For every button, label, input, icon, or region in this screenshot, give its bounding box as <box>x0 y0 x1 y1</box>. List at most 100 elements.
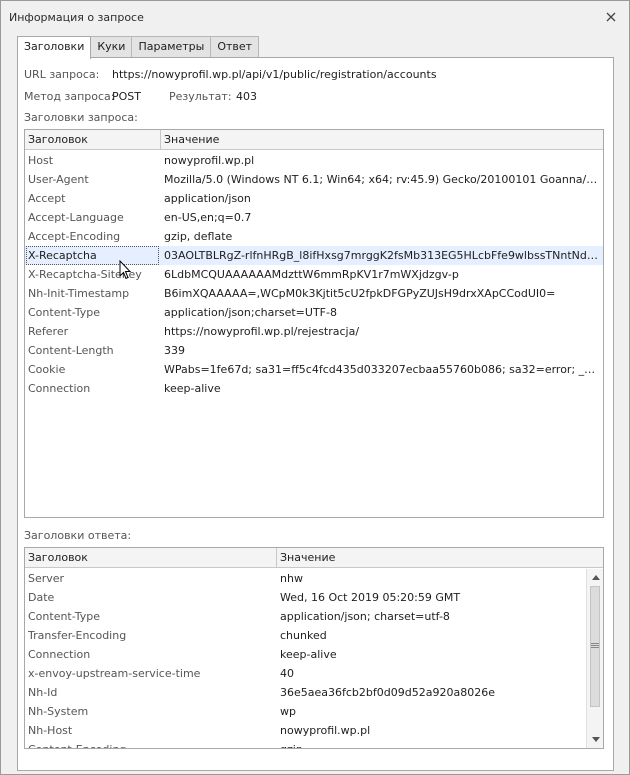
tab-headers[interactable]: Заголовки <box>17 36 92 59</box>
header-value-cell: Mozilla/5.0 (Windows NT 6.1; Win64; x64;… <box>164 173 600 186</box>
header-value-cell: 6LdbMCQUAAAAAAMdzttW6mmRpKV1r7mWXjdzgv-p <box>164 268 459 281</box>
table-row[interactable]: Content-Length 339 <box>25 341 603 360</box>
request-headers-grid[interactable]: Заголовок Значение Host nowyprofil.wp.pl U… <box>24 129 604 518</box>
header-value-cell: 339 <box>164 344 185 357</box>
header-value-cell: nhw <box>280 572 303 585</box>
close-icon <box>606 12 616 22</box>
table-row[interactable]: Connection keep-alive <box>25 379 603 398</box>
header-value-cell: nowyprofil.wp.pl <box>280 724 371 737</box>
header-name-cell: Transfer-Encoding <box>28 629 127 642</box>
url-value: https://nowyprofil.wp.pl/api/v1/public/r… <box>112 68 437 81</box>
table-row[interactable]: Nh-Init-Timestamp B6imXQAAAAA=,WCpM0k3Kjt… <box>25 284 603 303</box>
header-name-cell: Connection <box>28 382 91 395</box>
focus-rectangle <box>26 246 159 265</box>
table-row[interactable]: Transfer-Encoding chunked <box>25 626 603 645</box>
col-header-value[interactable]: Значение <box>277 548 335 568</box>
tab-response[interactable]: Ответ <box>210 36 260 58</box>
table-row[interactable]: Nh-System wp <box>25 702 603 721</box>
close-button[interactable] <box>603 9 619 25</box>
header-name-cell: Accept-Encoding <box>28 230 121 243</box>
header-name-cell: X-Recaptcha-SiteKey <box>28 268 142 281</box>
table-row[interactable]: Content-Encoding gzip <box>25 740 603 748</box>
table-row[interactable]: Server nhw <box>25 569 603 588</box>
header-value-cell: gzip, deflate <box>164 230 233 243</box>
table-row[interactable]: x-envoy-upstream-service-time 40 <box>25 664 603 683</box>
grip-icon <box>591 643 599 648</box>
header-value-cell: 03AOLTBLRgZ-rlfnHRgB_l8ifHxsg7mrggK2fsMb… <box>164 249 600 262</box>
header-name-cell: Content-Type <box>28 610 100 623</box>
header-value-cell: wp <box>280 705 296 718</box>
response-headers-label: Заголовки ответа: <box>24 529 132 542</box>
table-row[interactable]: Connection keep-alive <box>25 645 603 664</box>
request-info-window: Информация о запросе Заголовки Куки Пара… <box>0 0 630 775</box>
response-grid-header: Заголовок Значение <box>25 548 603 568</box>
header-value-cell: en-US,en;q=0.7 <box>164 211 252 224</box>
header-name-cell: Nh-System <box>28 705 89 718</box>
method-value: POST <box>112 90 141 103</box>
header-name-cell: Host <box>28 154 54 167</box>
table-row[interactable]: Nh-Host nowyprofil.wp.pl <box>25 721 603 740</box>
header-name-cell: Accept-Language <box>28 211 124 224</box>
table-row[interactable]: Nh-Id 36e5aea36fcb2bf0d09d52a920a8026e <box>25 683 603 702</box>
header-value-cell: chunked <box>280 629 327 642</box>
header-value-cell: keep-alive <box>280 648 337 661</box>
request-headers-label: Заголовки запроса: <box>24 111 138 124</box>
url-label: URL запроса: <box>24 68 100 81</box>
table-row[interactable]: Cookie WPabs=1fe67d; sa31=ff5c4fcd435d033… <box>25 360 603 379</box>
col-header-name[interactable]: Заголовок <box>25 548 88 568</box>
table-row[interactable]: X-Recaptcha 03AOLTBLRgZ-rlfnHRgB_l8ifHxsg… <box>25 246 603 265</box>
header-name-cell: Referer <box>28 325 69 338</box>
title-bar[interactable]: Информация о запросе <box>1 1 629 33</box>
table-row[interactable]: Accept application/json <box>25 189 603 208</box>
chevron-down-icon[interactable] <box>590 734 601 745</box>
scrollbar-thumb[interactable] <box>590 586 600 707</box>
method-label: Метод запроса: <box>24 90 115 103</box>
result-value: 403 <box>236 90 257 103</box>
col-header-value[interactable]: Значение <box>161 130 219 150</box>
header-value-cell: 40 <box>280 667 294 680</box>
table-row[interactable]: Content-Type application/json;charset=UTF… <box>25 303 603 322</box>
header-value-cell: 36e5aea36fcb2bf0d09d52a920a8026e <box>280 686 495 699</box>
table-row[interactable]: Referer https://nowyprofil.wp.pl/rejestra… <box>25 322 603 341</box>
header-value-cell: gzip <box>280 740 580 748</box>
header-name-cell: User-Agent <box>28 173 89 186</box>
header-value-cell: application/json; charset=utf-8 <box>280 610 450 623</box>
tab-strip: Заголовки Куки Параметры Ответ <box>17 36 260 59</box>
header-name-cell: Accept <box>28 192 66 205</box>
window-title: Информация о запросе <box>9 11 144 24</box>
headers-panel: URL запроса: https://nowyprofil.wp.pl/ap… <box>17 57 614 771</box>
table-row[interactable]: Accept-Language en-US,en;q=0.7 <box>25 208 603 227</box>
header-name-cell: Nh-Host <box>28 724 73 737</box>
header-value-cell: WPabs=1fe67d; sa31=ff5c4fcd435d033207ecb… <box>164 363 600 376</box>
request-grid-header: Заголовок Значение <box>25 130 603 150</box>
table-row[interactable]: Content-Type application/json; charset=ut… <box>25 607 603 626</box>
header-name-cell: Content-Type <box>28 306 100 319</box>
header-value-cell: B6imXQAAAAA=,WCpM0k3Kjtit5cU2fpkDFGPyZUJ… <box>164 287 556 300</box>
mouse-cursor-icon <box>119 260 131 280</box>
table-row[interactable]: Host nowyprofil.wp.pl <box>25 151 603 170</box>
tab-parameters[interactable]: Параметры <box>131 36 212 58</box>
chevron-up-icon[interactable] <box>590 572 601 583</box>
header-name-cell: Date <box>28 591 55 604</box>
tab-cookies[interactable]: Куки <box>90 36 133 58</box>
table-row[interactable]: Date Wed, 16 Oct 2019 05:20:59 GMT <box>25 588 603 607</box>
response-scrollbar[interactable] <box>586 569 603 748</box>
response-headers-grid[interactable]: Заголовок Значение Server nhw Date Wed, 16 … <box>24 547 604 749</box>
header-value-cell: keep-alive <box>164 382 221 395</box>
table-row[interactable]: User-Agent Mozilla/5.0 (Windows NT 6.1; W… <box>25 170 603 189</box>
header-name-cell: x-envoy-upstream-service-time <box>28 667 201 680</box>
table-row[interactable]: Accept-Encoding gzip, deflate <box>25 227 603 246</box>
header-name-cell: Content-Encoding <box>28 740 273 748</box>
table-row[interactable]: X-Recaptcha-SiteKey 6LdbMCQUAAAAAAMdzttW6… <box>25 265 603 284</box>
header-value-cell: application/json;charset=UTF-8 <box>164 306 337 319</box>
header-name-cell: Nh-Id <box>28 686 58 699</box>
header-name-cell: Connection <box>28 648 91 661</box>
header-value-cell: nowyprofil.wp.pl <box>164 154 255 167</box>
col-header-name[interactable]: Заголовок <box>25 130 88 150</box>
header-name-cell: Cookie <box>28 363 66 376</box>
header-value-cell: https://nowyprofil.wp.pl/rejestracja/ <box>164 325 360 338</box>
header-name-cell: Server <box>28 572 65 585</box>
header-value-cell: Wed, 16 Oct 2019 05:20:59 GMT <box>280 591 461 604</box>
header-value-cell: application/json <box>164 192 251 205</box>
header-name-cell: Content-Length <box>28 344 114 357</box>
